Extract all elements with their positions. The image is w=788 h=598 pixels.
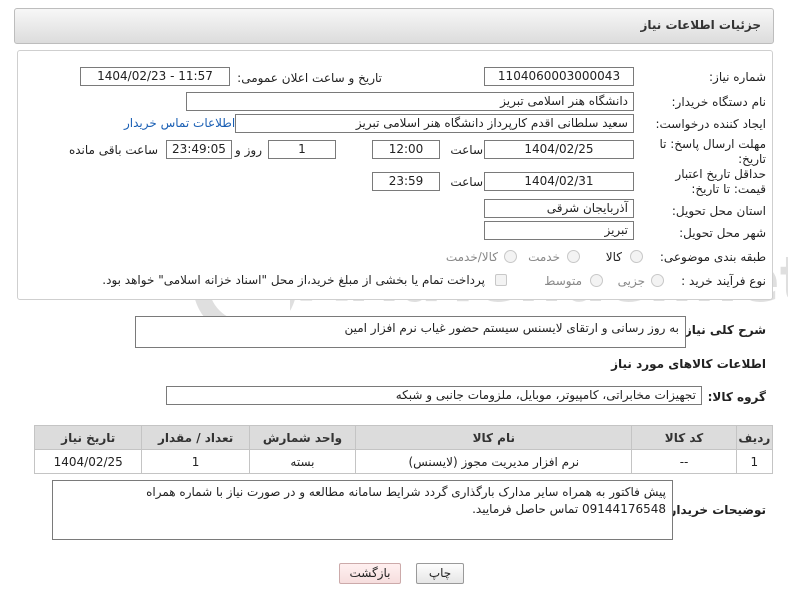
validity-label: حداقل تاریخ اعتبار قیمت: تا تاریخ:	[675, 167, 766, 196]
validity-time-label: ساعت	[450, 175, 483, 189]
need-number-label: شماره نیاز:	[709, 70, 766, 84]
category-radio-goods[interactable]	[630, 250, 643, 263]
need-number-field[interactable]: 1104060003000043	[484, 67, 634, 86]
cell-unit: بسته	[248, 449, 357, 474]
days-field[interactable]: 1	[268, 140, 336, 159]
cell-qty: 1	[141, 449, 250, 474]
treasury-checkbox[interactable]	[495, 274, 507, 286]
cell-code: --	[631, 449, 737, 474]
category-label: طبقه بندی موضوعی:	[659, 250, 766, 264]
goods-group-label: گروه کالا:	[707, 390, 766, 404]
deadline-date-field[interactable]: 1404/02/25	[484, 140, 634, 159]
buyer-org-label: نام دستگاه خریدار:	[671, 95, 767, 109]
table-row[interactable]: 1 -- نرم افزار مدیریت مجوز (لایسنس) بسته…	[33, 449, 774, 474]
col-row: ردیف	[735, 425, 774, 450]
purchase-radio-minor[interactable]	[651, 274, 664, 287]
back-button[interactable]: بازگشت	[339, 563, 401, 584]
validity-time-field[interactable]: 23:59	[372, 172, 440, 191]
print-button[interactable]: چاپ	[416, 563, 464, 584]
purchase-radio-medium[interactable]	[590, 274, 603, 287]
payment-note: پرداخت تمام یا بخشی از مبلغ خرید،از محل …	[102, 273, 485, 287]
col-qty: تعداد / مقدار	[141, 425, 250, 450]
col-code: کد کالا	[631, 425, 737, 450]
cell-row: 1	[735, 449, 774, 474]
deadline-time-field[interactable]: 12:00	[372, 140, 440, 159]
buyer-notes-label: توضیحات خریدار:	[664, 503, 766, 517]
province-label: استان محل تحویل:	[671, 204, 766, 218]
category-radio-both[interactable]	[504, 250, 517, 263]
purchase-option-medium: متوسط	[544, 274, 582, 288]
announce-field[interactable]: 1404/02/23 - 11:57	[80, 67, 230, 86]
remaining-label: ساعت باقی مانده	[68, 143, 158, 157]
goods-section-title: اطلاعات کالاهای مورد نیاز	[611, 357, 766, 371]
purchase-option-minor: جزیی	[617, 274, 645, 288]
cell-name: نرم افزار مدیریت مجوز (لایسنس)	[355, 449, 633, 474]
remaining-time-field[interactable]: 23:49:05	[166, 140, 232, 159]
creator-label: ایجاد کننده درخواست:	[655, 117, 766, 131]
col-unit: واحد شمارش	[248, 425, 357, 450]
buyer-contact-link[interactable]: اطلاعات تماس خریدار	[124, 116, 235, 130]
buyer-org-field[interactable]: دانشگاه هنر اسلامی تبریز	[186, 92, 634, 111]
deadline-label: مهلت ارسال پاسخ: تا تاریخ:	[659, 137, 766, 166]
cell-date: 1404/02/25	[33, 449, 143, 474]
city-field[interactable]: تبریز	[484, 221, 634, 240]
col-name: نام کالا	[355, 425, 633, 450]
goods-table-header: ردیف کد کالا نام کالا واحد شمارش تعداد /…	[33, 425, 774, 450]
city-label: شهر محل تحویل:	[679, 226, 766, 240]
deadline-time-label: ساعت	[450, 143, 483, 157]
description-label: شرح کلی نیاز:	[680, 323, 766, 337]
validity-date-field[interactable]: 1404/02/31	[484, 172, 634, 191]
days-label: روز و	[235, 143, 262, 157]
announce-label: تاریخ و ساعت اعلان عمومی:	[237, 71, 382, 85]
col-date: تاریخ نیاز	[33, 425, 143, 450]
goods-group-field[interactable]: تجهیزات مخابراتی، کامپیوتر، موبایل، ملزو…	[166, 386, 702, 405]
category-radio-service[interactable]	[567, 250, 580, 263]
purchase-type-label: نوع فرآیند خرید :	[681, 274, 766, 288]
creator-field[interactable]: سعید سلطانی اقدم کارپرداز دانشگاه هنر اس…	[235, 114, 634, 133]
page-header: جزئیات اطلاعات نیاز	[14, 8, 774, 44]
category-option-service: خدمت	[528, 250, 560, 264]
buyer-notes-field[interactable]: پیش فاکتور به همراه سایر مدارک بارگذاری …	[52, 480, 673, 540]
goods-table: ردیف کد کالا نام کالا واحد شمارش تعداد /…	[33, 425, 774, 474]
category-option-goods: کالا	[605, 250, 622, 264]
page-title: جزئیات اطلاعات نیاز	[640, 18, 761, 32]
category-option-both: کالا/خدمت	[445, 250, 498, 264]
province-field[interactable]: آذربایجان شرقی	[484, 199, 634, 218]
description-field[interactable]: به روز رسانی و ارتقای لایسنس سیستم حضور …	[135, 316, 686, 348]
